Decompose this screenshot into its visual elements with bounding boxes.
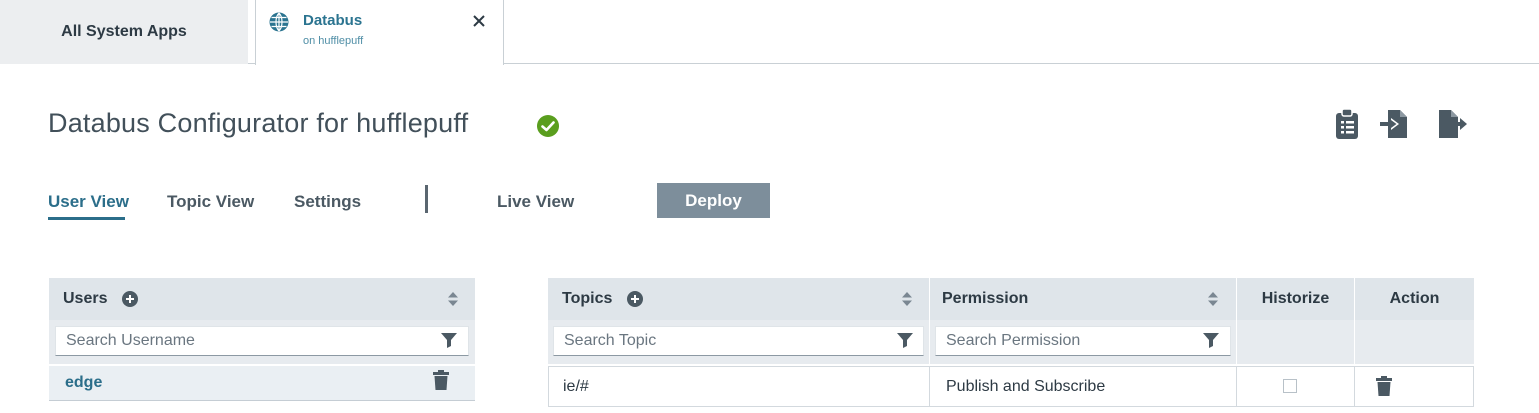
sort-icon[interactable]	[448, 292, 458, 306]
users-header-label: Users	[63, 290, 108, 307]
tab-databus-title: Databus	[303, 12, 363, 29]
check-circle-icon	[537, 115, 559, 137]
tab-databus-subtitle: on hufflepuff	[303, 35, 364, 47]
clipboard-icon[interactable]	[1333, 108, 1363, 140]
topics-column-header[interactable]: Topics	[548, 278, 929, 320]
search-username-input[interactable]	[55, 326, 469, 356]
sort-icon[interactable]	[1208, 292, 1218, 306]
permission-header-label: Permission	[942, 290, 1029, 307]
permission-value: Publish and Subscribe	[946, 377, 1106, 395]
search-permission-input[interactable]	[935, 326, 1231, 356]
nav-live-view[interactable]: Live View	[497, 192, 574, 212]
column-separator	[1354, 278, 1355, 375]
nav-topic-view[interactable]: Topic View	[167, 192, 254, 212]
filter-icon[interactable]	[897, 332, 913, 348]
nav-user-view[interactable]: User View	[48, 192, 129, 212]
globe-icon	[269, 12, 289, 32]
search-topic-input[interactable]	[553, 326, 924, 356]
users-column-header[interactable]: Users	[49, 278, 475, 320]
nav-active-indicator	[48, 217, 125, 220]
topic-cell[interactable]: ie/#	[548, 366, 930, 407]
filter-icon[interactable]	[1203, 332, 1219, 348]
historize-column-header: Historize	[1237, 278, 1354, 320]
user-row[interactable]: edge	[49, 366, 475, 401]
trash-icon[interactable]	[433, 370, 449, 390]
user-name[interactable]: edge	[65, 374, 102, 392]
export-icon[interactable]	[1437, 108, 1467, 140]
sort-icon[interactable]	[902, 292, 912, 306]
tab-databus[interactable]: Databus on hufflepuff	[255, 0, 504, 65]
tab-all-system-apps[interactable]: All System Apps	[0, 0, 248, 64]
topics-header-label: Topics	[562, 290, 613, 307]
action-header-label: Action	[1389, 290, 1440, 307]
filter-icon[interactable]	[441, 332, 457, 348]
page-title: Databus Configurator for hufflepuff	[48, 108, 469, 138]
topic-value: ie/#	[563, 377, 589, 395]
add-user-icon[interactable]	[122, 291, 138, 307]
import-icon[interactable]	[1380, 108, 1410, 140]
historize-header-label: Historize	[1261, 290, 1330, 307]
column-separator	[1236, 278, 1237, 375]
deploy-button[interactable]: Deploy	[657, 183, 770, 218]
action-cell	[1354, 366, 1474, 407]
column-separator	[929, 278, 930, 375]
app-tab-bar: All System Apps Databus on hufflepuff	[0, 0, 1539, 65]
close-icon[interactable]	[470, 12, 488, 30]
permission-cell[interactable]: Publish and Subscribe	[929, 366, 1237, 407]
historize-checkbox[interactable]	[1283, 379, 1297, 393]
add-topic-icon[interactable]	[627, 291, 643, 307]
trash-icon[interactable]	[1376, 376, 1392, 396]
nav-settings[interactable]: Settings	[294, 192, 361, 212]
tab-all-system-apps-label: All System Apps	[61, 23, 187, 40]
action-column-header: Action	[1355, 278, 1474, 320]
permission-column-header[interactable]: Permission	[930, 278, 1236, 320]
nav-divider	[425, 185, 428, 213]
